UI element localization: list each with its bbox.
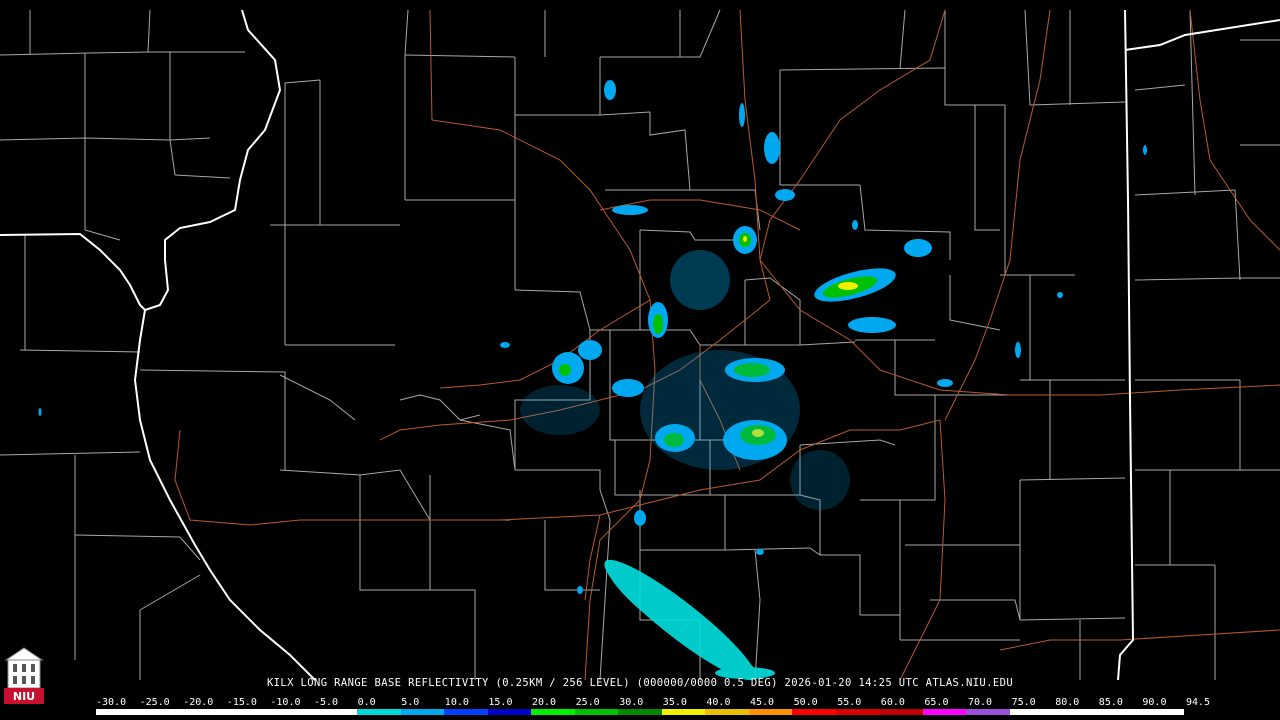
colorbar-label: 35.0 <box>662 697 687 708</box>
colorbar-label: -10.0 <box>270 697 301 708</box>
colorbar-segment <box>1096 709 1141 715</box>
colorbar-label: -20.0 <box>183 697 214 708</box>
echo-northeast-cluster <box>814 239 932 333</box>
colorbar-label: 85.0 <box>1098 697 1123 708</box>
colorbar-labels: -30.0 -25.0 -20.0 -15.0 -10.0 -5.0 0.0 5.0 10.0 1… <box>96 697 1210 709</box>
colorbar-segment <box>226 709 271 715</box>
colorbar-segment <box>357 709 401 715</box>
colorbar-label: 20.0 <box>532 697 557 708</box>
echo-scattered <box>38 80 1147 594</box>
colorbar-segment <box>879 709 923 715</box>
colorbar-label: 65.0 <box>924 697 949 708</box>
colorbar-label: 60.0 <box>880 697 905 708</box>
colorbar-label: 25.0 <box>575 697 600 708</box>
colorbar-label: 10.0 <box>444 697 469 708</box>
colorbar-segment <box>96 709 140 715</box>
colorbar-label: 70.0 <box>968 697 993 708</box>
colorbar-segment <box>922 709 967 715</box>
colorbar-label: 45.0 <box>750 697 775 708</box>
colorbar-segment <box>183 709 227 715</box>
colorbar-label: 5.0 <box>401 697 420 708</box>
colorbar-label: 75.0 <box>1011 697 1036 708</box>
colorbar-label: 0.0 <box>357 697 376 708</box>
logo-text: NIU <box>13 690 35 703</box>
colorbar-segment <box>1053 709 1097 715</box>
colorbar-segment <box>139 709 184 715</box>
colorbar-segment <box>792 709 836 715</box>
colorbar-label: 50.0 <box>793 697 818 708</box>
colorbar-segment <box>705 709 749 715</box>
colorbar-segment <box>487 709 532 715</box>
colorbar-segment <box>574 709 619 715</box>
colorbar-segment <box>748 709 793 715</box>
colorbar-label: 90.0 <box>1142 697 1167 708</box>
echo-southern-band <box>604 559 775 681</box>
colorbar-segment <box>966 709 1010 715</box>
colorbar-label: 15.0 <box>488 697 513 708</box>
colorbar-label: 30.0 <box>619 697 644 708</box>
colorbar-segment <box>531 709 575 715</box>
colorbar-segment <box>1140 709 1184 715</box>
colorbar-segment <box>661 709 706 715</box>
colorbar-segment <box>835 709 880 715</box>
colorbar-label: -30.0 <box>96 697 127 708</box>
colorbar-label: 94.5 <box>1186 697 1211 708</box>
reflectivity-colorbar <box>96 709 1184 715</box>
radar-map <box>0 9 1280 681</box>
radar-echoes <box>38 80 1147 681</box>
colorbar-label: 80.0 <box>1055 697 1080 708</box>
radar-display: NIU KILX LONG RANGE BASE REFLECTIVITY (0… <box>0 0 1280 720</box>
colorbar-segment <box>618 709 662 715</box>
colorbar-segment <box>444 709 488 715</box>
colorbar-segment <box>270 709 314 715</box>
colorbar-label: -5.0 <box>314 697 339 708</box>
colorbar-segment <box>313 709 358 715</box>
colorbar-label: 55.0 <box>837 697 862 708</box>
colorbar-label: -15.0 <box>226 697 257 708</box>
colorbar-label: 40.0 <box>706 697 731 708</box>
product-caption: KILX LONG RANGE BASE REFLECTIVITY (0.25K… <box>266 677 1014 689</box>
colorbar-label: -25.0 <box>139 697 170 708</box>
colorbar-segment <box>400 709 445 715</box>
colorbar-segment <box>1009 709 1054 715</box>
